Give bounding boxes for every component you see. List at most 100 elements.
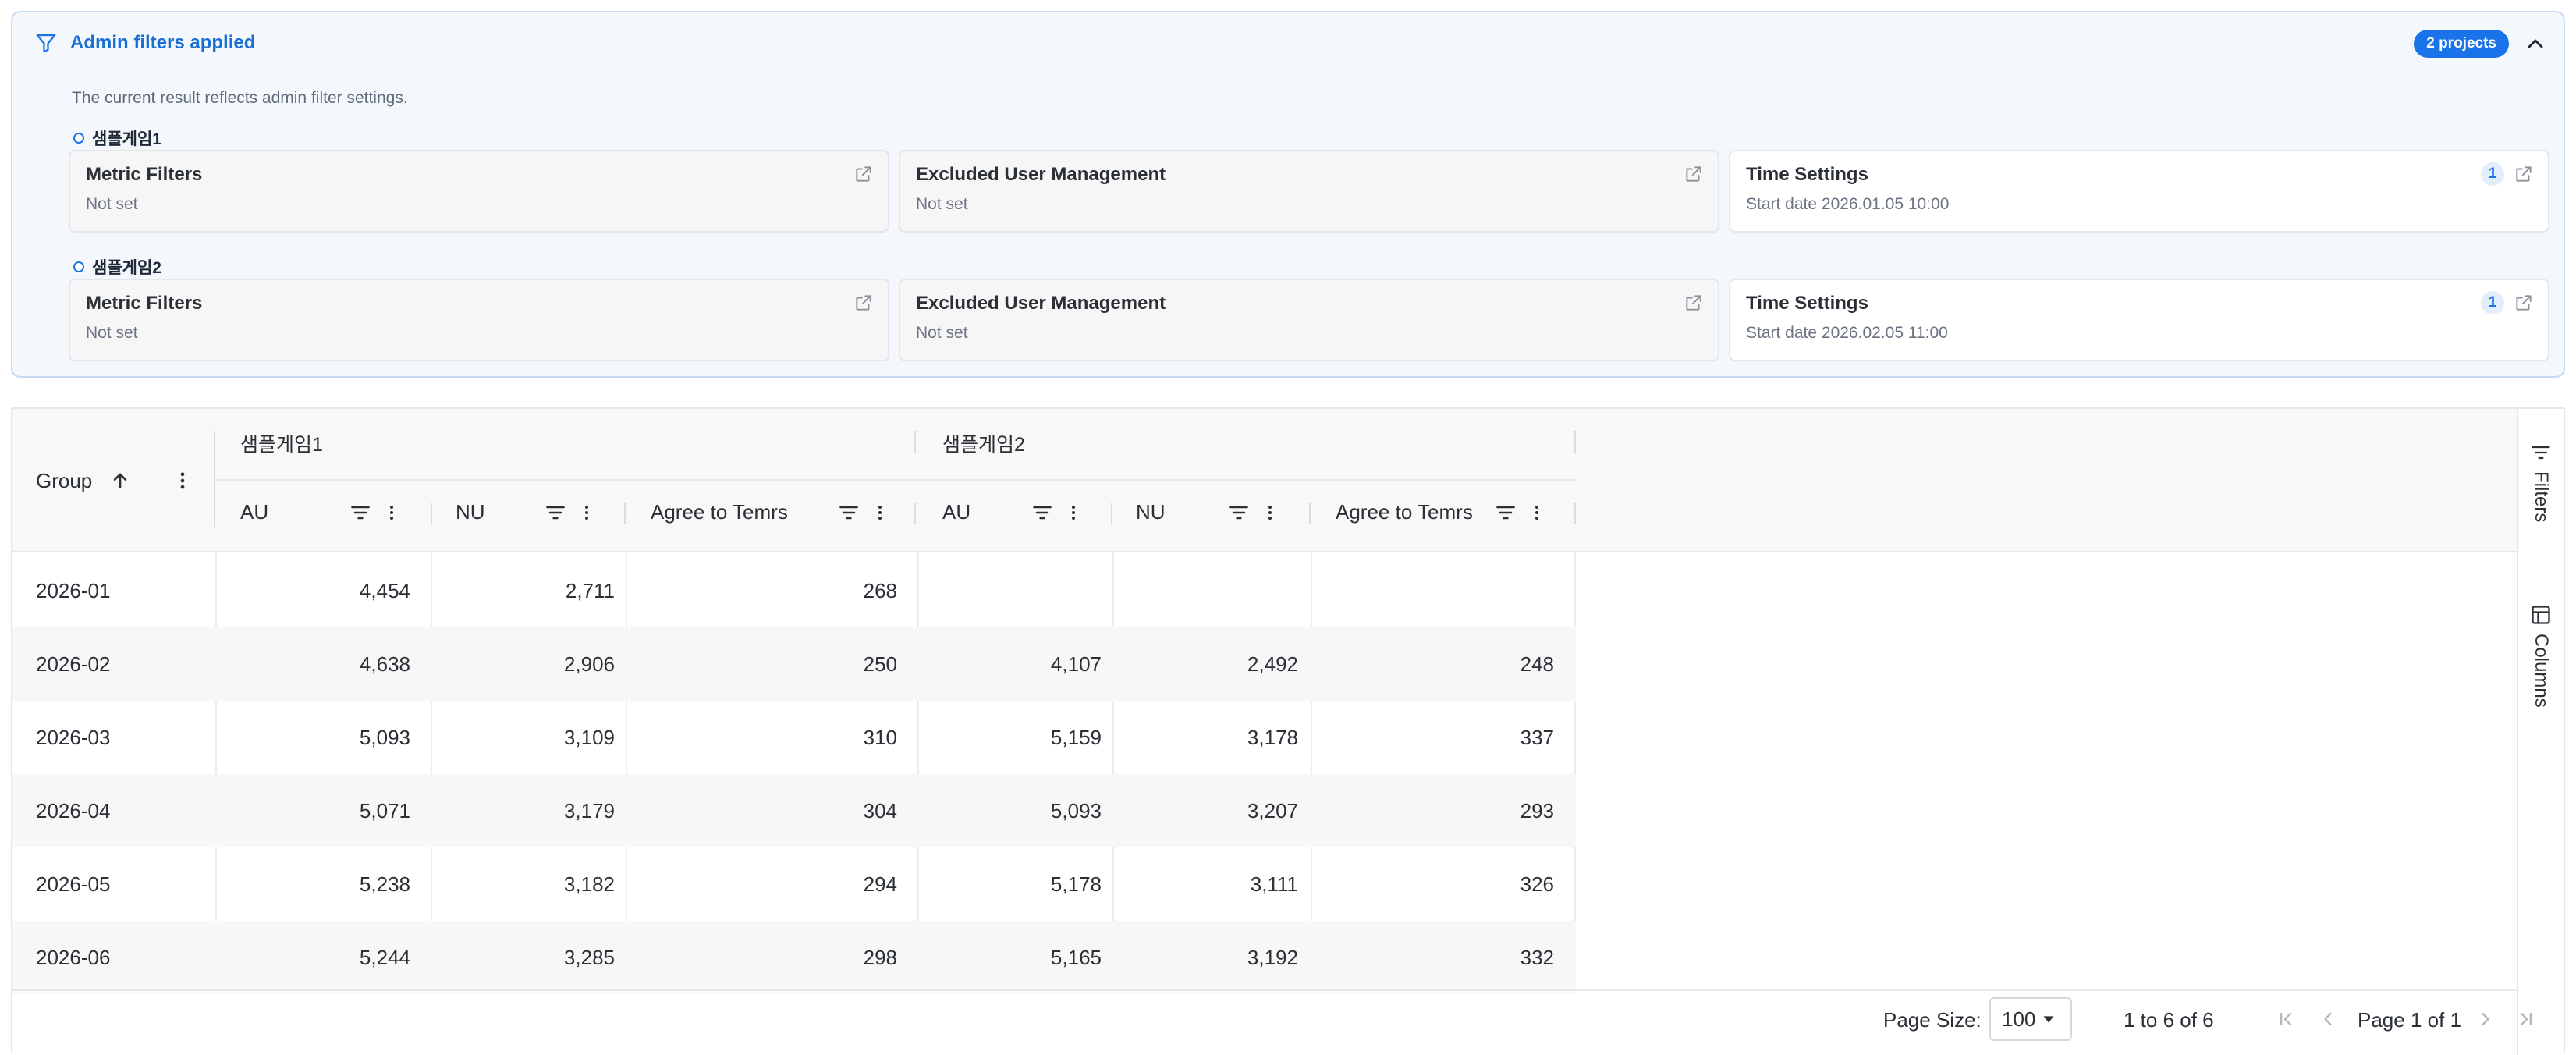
data-cell: 3,192 [1247, 945, 1298, 969]
data-cell: 2,906 [563, 652, 615, 676]
external-link-icon[interactable] [853, 164, 874, 184]
card-title: Excluded User Management [916, 293, 1166, 314]
sort-ascending-icon[interactable] [109, 470, 131, 492]
first-page-icon[interactable] [2275, 1008, 2297, 1030]
filter-icon[interactable] [1495, 502, 1517, 524]
external-link-icon[interactable] [853, 293, 874, 313]
column-menu-icon[interactable] [382, 501, 401, 524]
table-row[interactable]: 2026-05 5,238 3,182 294 5,178 3,111 326 [12, 847, 1576, 921]
column-header-agree-to-terms[interactable]: Agree to Temrs [1336, 496, 1473, 528]
card-title: Metric Filters [86, 164, 203, 185]
last-page-icon[interactable] [2515, 1008, 2537, 1030]
group-cell: 2026-04 [36, 798, 111, 822]
table-row[interactable]: 2026-03 5,093 3,109 310 5,159 3,178 337 [12, 701, 1576, 774]
card-title: Metric Filters [86, 293, 203, 314]
table-row[interactable]: 2026-01 4,454 2,711 268 [12, 554, 1576, 627]
project-label: 샘플게임2 [73, 255, 161, 279]
card-title: Time Settings [1746, 164, 1868, 185]
column-menu-icon[interactable] [577, 501, 596, 524]
filter-icon[interactable] [838, 502, 860, 524]
data-cell: 326 [1520, 872, 1554, 896]
filter-icon[interactable] [349, 502, 371, 524]
data-cell: 5,071 [359, 798, 410, 822]
page-size-value: 100 [2002, 1007, 2036, 1031]
projects-count-badge: 2 projects [2414, 30, 2509, 58]
time-settings-card[interactable]: Time Settings Start date 2026.01.05 10:0… [1729, 150, 2549, 233]
columns-icon [2532, 606, 2550, 624]
project-name: 샘플게임2 [92, 259, 161, 277]
data-cell: 5,165 [1050, 945, 1102, 969]
filter-icon[interactable] [1031, 502, 1053, 524]
time-settings-card[interactable]: Time Settings Start date 2026.02.05 11:0… [1729, 279, 2549, 361]
settings-count-badge: 1 [2481, 291, 2504, 314]
settings-count-badge: 1 [2481, 162, 2504, 186]
chevron-up-icon[interactable] [2523, 31, 2548, 56]
data-cell: 294 [863, 872, 897, 896]
filter-icon[interactable] [1228, 502, 1250, 524]
tool-panel-sidebar: Filters Columns [2517, 409, 2564, 1055]
columns-tool-label: Columns [2531, 634, 2552, 708]
table-row[interactable]: 2026-06 5,244 3,285 298 5,165 3,192 332 [12, 921, 1576, 994]
data-cell: 3,111 [1250, 872, 1298, 896]
project-dot-icon [73, 133, 84, 144]
card-value: Not set [916, 324, 968, 342]
page-size-label: Page Size: [1883, 1007, 1982, 1032]
column-header-nu[interactable]: NU [1136, 496, 1166, 528]
filter-icon[interactable] [545, 502, 566, 524]
table-row[interactable]: 2026-04 5,071 3,179 304 5,093 3,207 293 [12, 774, 1576, 847]
next-page-icon[interactable] [2475, 1008, 2496, 1030]
column-menu-icon[interactable] [871, 501, 889, 524]
project-dot-icon [73, 261, 84, 272]
page-text-prefix: Page [2358, 1007, 2405, 1032]
data-cell: 4,638 [359, 652, 410, 676]
data-cell: 268 [863, 578, 897, 602]
card-value: Not set [916, 195, 968, 213]
excluded-user-management-card[interactable]: Excluded User Management Not set [899, 150, 1719, 233]
columns-tool-button[interactable]: Columns [2518, 604, 2564, 708]
external-link-icon[interactable] [2514, 164, 2534, 184]
column-header-agree-to-terms[interactable]: Agree to Temrs [651, 496, 788, 528]
page-size-select[interactable]: 100 [1989, 997, 2072, 1041]
data-cell: 3,109 [563, 725, 615, 749]
filters-tool-label: Filters [2531, 471, 2552, 523]
filters-tool-button[interactable]: Filters [2518, 442, 2564, 522]
data-cell: 5,238 [359, 872, 410, 896]
data-cell: 5,093 [359, 725, 410, 749]
row-range-text: 1 to 6 of 6 [2124, 1007, 2214, 1032]
card-value: Not set [86, 324, 138, 342]
previous-page-icon[interactable] [2317, 1008, 2339, 1030]
column-header-nu[interactable]: NU [456, 496, 485, 528]
data-cell: 332 [1520, 945, 1554, 969]
metric-filters-card[interactable]: Metric Filters Not set [69, 279, 889, 361]
admin-filters-title: Admin filters applied [70, 32, 256, 53]
column-header-au[interactable]: AU [942, 496, 970, 528]
data-cell: 337 [1520, 725, 1554, 749]
group-column-header[interactable]: Group [36, 462, 131, 499]
data-cell: 3,182 [563, 872, 615, 896]
external-link-icon[interactable] [1684, 164, 1704, 184]
column-menu-icon[interactable] [1261, 501, 1279, 524]
data-cell: 304 [863, 798, 897, 822]
column-menu-icon[interactable] [1064, 501, 1083, 524]
card-title: Excluded User Management [916, 164, 1166, 185]
admin-filters-header[interactable]: Admin filters applied [34, 31, 255, 55]
column-group-header: 샘플게임1 [240, 434, 323, 456]
column-header-au[interactable]: AU [240, 496, 268, 528]
table-row[interactable]: 2026-02 4,638 2,906 250 4,107 2,492 248 [12, 627, 1576, 701]
column-menu-icon[interactable] [172, 468, 193, 493]
excluded-user-management-card[interactable]: Excluded User Management Not set [899, 279, 1719, 361]
data-cell: 5,093 [1050, 798, 1102, 822]
data-cell: 3,207 [1247, 798, 1298, 822]
metric-filters-card[interactable]: Metric Filters Not set [69, 150, 889, 233]
data-cell [1114, 554, 1298, 627]
data-cell: 2,492 [1247, 652, 1298, 676]
data-cell: 3,285 [563, 945, 615, 969]
column-menu-icon[interactable] [1528, 501, 1546, 524]
external-link-icon[interactable] [2514, 293, 2534, 313]
data-cell [919, 554, 1102, 627]
group-header-label: Group [36, 468, 93, 492]
data-cell: 298 [863, 945, 897, 969]
data-cell: 293 [1520, 798, 1554, 822]
external-link-icon[interactable] [1684, 293, 1704, 313]
caret-down-icon [2043, 1016, 2054, 1023]
